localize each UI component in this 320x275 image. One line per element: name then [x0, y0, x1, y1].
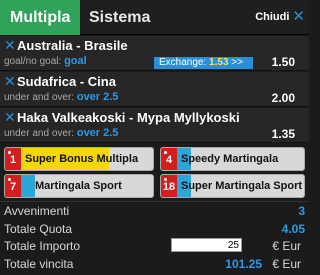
close-icon: ✕	[292, 8, 305, 25]
bonus-speedy-martingala[interactable]: 4 Speedy Martingala	[160, 147, 305, 171]
bonus-number-badge: 4	[161, 148, 177, 170]
bet-market: under and over: over 2.5	[4, 91, 118, 103]
bonus-super-bonus-multipla[interactable]: 1 Super Bonus Multipla	[4, 147, 154, 171]
bonus-label: Super Bonus Multipla	[25, 153, 139, 165]
remove-bet-icon[interactable]: ✕	[4, 74, 16, 88]
currency-label: € Eur	[272, 257, 301, 271]
close-button[interactable]: Chiudi ✕	[255, 8, 305, 25]
close-label: Chiudi	[255, 11, 290, 23]
bet-event: Australia - Brasile	[17, 38, 128, 53]
summary-importo: Totale Importo € Eur	[0, 237, 309, 255]
exchange-value: 1.53	[209, 57, 229, 68]
bet-odd: 2.00	[271, 91, 295, 105]
bet-market-label: under and over:	[4, 128, 75, 139]
remove-bet-icon[interactable]: ✕	[4, 110, 16, 124]
bet-event: Haka Valkeakoski - Mypa Myllykoski	[17, 110, 240, 125]
bet-odd: 1.35	[271, 127, 295, 141]
bonus-number-badge: 7	[5, 175, 21, 197]
bet-pick: goal	[64, 55, 87, 67]
bet-row: ✕ Australia - Brasile goal/no goal: goal…	[0, 36, 309, 71]
summary-vincita: Totale vincita 101.25 € Eur	[0, 255, 309, 273]
tab-sistema[interactable]: Sistema	[89, 0, 150, 35]
summary-value: 4.05	[281, 222, 305, 236]
summary-label: Totale Importo	[4, 239, 81, 253]
bet-event: Sudafrica - Cina	[17, 74, 116, 89]
summary-quota: Totale Quota 4.05	[0, 220, 309, 238]
exchange-arrow-icon: >>	[231, 57, 243, 68]
bet-odd: 1.50	[271, 55, 295, 69]
bet-market: goal/no goal: goal	[4, 55, 87, 67]
bet-market-label: goal/no goal:	[4, 56, 62, 67]
bet-slip-tabs: Multipla Sistema Chiudi ✕	[0, 0, 309, 35]
exchange-button[interactable]: Exchange: 1.53 >>	[154, 57, 253, 69]
summary-value: 101.25	[225, 257, 262, 271]
bonus-label: Martingala Sport	[35, 180, 122, 192]
bet-market: under and over: over 2.5	[4, 127, 118, 139]
stake-input[interactable]	[171, 238, 242, 252]
bonus-super-martingala-sport[interactable]: 18 Super Martingala Sport	[160, 174, 305, 198]
bet-row: ✕ Sudafrica - Cina under and over: over …	[0, 72, 309, 107]
bonus-fill	[21, 175, 35, 197]
summary-label: Totale vincita	[4, 257, 74, 271]
exchange-label: Exchange:	[159, 57, 207, 68]
bet-pick: over 2.5	[76, 127, 119, 139]
remove-bet-icon[interactable]: ✕	[4, 38, 16, 52]
currency-label: € Eur	[272, 239, 301, 253]
summary-label: Totale Quota	[4, 222, 73, 236]
bonus-label: Speedy Martingala	[181, 153, 279, 165]
summary-value: 3	[298, 204, 305, 218]
bet-pick: over 2.5	[76, 91, 119, 103]
summary-avvenimenti: Avvenimenti 3	[0, 202, 309, 220]
bonus-number-badge: 1	[5, 148, 21, 170]
bet-row: ✕ Haka Valkeakoski - Mypa Myllykoski und…	[0, 108, 309, 143]
bonus-martingala-sport[interactable]: 7 Martingala Sport	[4, 174, 154, 198]
bonus-number-badge: 18	[161, 175, 177, 197]
bet-market-label: under and over:	[4, 92, 75, 103]
summary-label: Avvenimenti	[4, 204, 70, 218]
bonus-label: Super Martingala Sport	[181, 180, 303, 192]
tab-multipla[interactable]: Multipla	[0, 0, 80, 35]
